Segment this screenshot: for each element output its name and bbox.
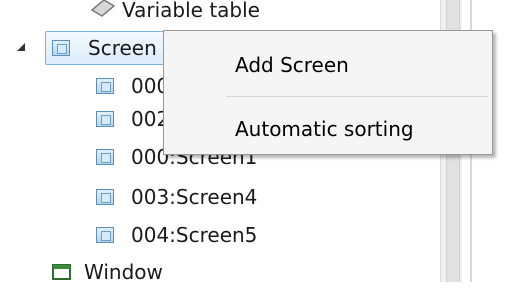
screen-icon: [96, 78, 114, 94]
tree-item-variable-table[interactable]: Variable table: [90, 0, 260, 28]
menu-item-label: Add Screen: [235, 53, 349, 77]
variable-table-icon: [90, 0, 116, 17]
tree-item-label: Variable table: [122, 0, 260, 22]
screen-icon: [96, 189, 114, 205]
menu-item-automatic-sorting[interactable]: Automatic sorting: [164, 104, 492, 154]
window-icon: [52, 264, 71, 280]
tree-item-screen-folder[interactable]: Screen: [52, 30, 157, 66]
tree-item-label: Screen: [88, 36, 157, 60]
menu-separator: [226, 96, 488, 97]
screen-folder-icon: [52, 40, 70, 56]
screen-icon: [96, 111, 114, 127]
screen-icon: [96, 149, 114, 165]
tree-item-label: 003:Screen4: [131, 185, 258, 209]
menu-item-label: Automatic sorting: [235, 117, 414, 141]
menu-item-add-screen[interactable]: Add Screen: [164, 40, 492, 90]
tree-item-window[interactable]: Window: [52, 254, 163, 290]
tree-item-label: Window: [84, 260, 163, 284]
expand-arrow-icon[interactable]: [16, 42, 26, 52]
tree-item-label: 004:Screen5: [131, 223, 258, 247]
tree-item-screen[interactable]: 004:Screen5: [96, 217, 257, 253]
context-menu: Add Screen Automatic sorting: [163, 30, 493, 155]
screen-icon: [96, 227, 114, 243]
tree-item-screen[interactable]: 003:Screen4: [96, 179, 257, 215]
